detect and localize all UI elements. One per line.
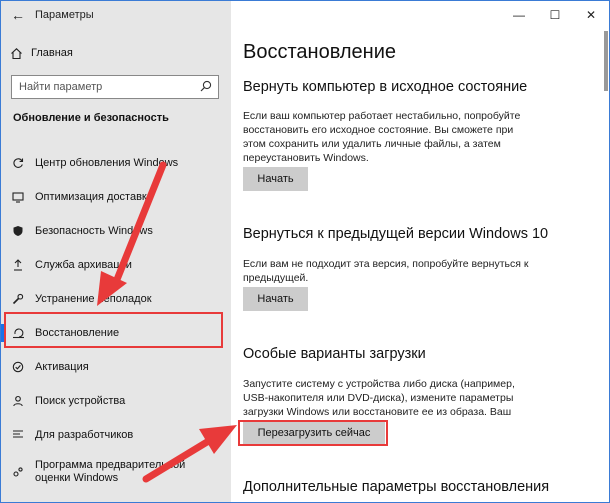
sidebar-item-windows-security[interactable]: Безопасность Windows <box>1 214 231 248</box>
sidebar-item-label: Программа предварительной оценки Windows <box>35 459 186 484</box>
sidebar-item-developers[interactable]: Для разработчиков <box>1 418 231 452</box>
sidebar-item-label: Служба архивации <box>35 259 132 271</box>
sidebar-item-backup[interactable]: Служба архивации <box>1 248 231 282</box>
more-recovery-heading: Дополнительные параметры восстановления <box>243 479 550 495</box>
sidebar-item-label: Оптимизация доставки <box>35 191 153 203</box>
settings-window: ← Параметры Главная Обновление и безопас… <box>0 0 610 503</box>
wrench-icon <box>1 293 35 305</box>
person-icon <box>1 395 35 407</box>
minimize-button[interactable]: — <box>501 1 537 29</box>
sidebar-item-troubleshoot[interactable]: Устранение неполадок <box>1 282 231 316</box>
sidebar-item-delivery-optimization[interactable]: Оптимизация доставки <box>1 180 231 214</box>
sidebar-item-find-device[interactable]: Поиск устройства <box>1 384 231 418</box>
sidebar-item-label: Безопасность Windows <box>35 225 153 237</box>
close-button[interactable]: ✕ <box>573 1 609 29</box>
sidebar-home[interactable]: Главная <box>1 41 231 65</box>
sidebar-item-activation[interactable]: Активация <box>1 350 231 384</box>
main-content: — ☐ ✕ Восстановление Вернуть компьютер в… <box>231 1 609 502</box>
rollback-start-button[interactable]: Начать <box>243 287 308 311</box>
delivery-icon <box>1 191 35 203</box>
advanced-startup-heading: Особые варианты загрузки <box>243 346 426 362</box>
reset-start-button[interactable]: Начать <box>243 167 308 191</box>
developer-icon <box>1 429 35 441</box>
titlebar: ← Параметры <box>1 1 231 29</box>
back-arrow-icon[interactable]: ← <box>1 1 35 29</box>
sidebar-item-label: Центр обновления Windows <box>35 157 179 169</box>
window-controls: — ☐ ✕ <box>501 1 609 29</box>
sidebar: ← Параметры Главная Обновление и безопас… <box>1 1 231 502</box>
sidebar-item-windows-update[interactable]: Центр обновления Windows <box>1 146 231 180</box>
check-circle-icon <box>1 361 35 373</box>
maximize-button[interactable]: ☐ <box>537 1 573 29</box>
section-title: Обновление и безопасность <box>13 112 169 124</box>
home-icon <box>1 47 31 60</box>
sidebar-item-label: Для разработчиков <box>35 429 134 441</box>
page-title: Восстановление <box>243 41 396 63</box>
scrollbar[interactable] <box>604 31 608 91</box>
sidebar-item-label: Активация <box>35 361 89 373</box>
reset-description: Если ваш компьютер работает нестабильно,… <box>243 110 521 164</box>
app-title: Параметры <box>35 9 94 21</box>
rollback-heading: Вернуться к предыдущей версии Windows 10 <box>243 226 549 242</box>
reset-heading: Вернуть компьютер в исходное состояние <box>243 79 528 95</box>
recovery-annotation-box <box>4 312 223 348</box>
backup-icon <box>1 259 35 271</box>
refresh-icon <box>1 157 35 169</box>
shield-icon <box>1 225 35 237</box>
search-icon[interactable] <box>200 80 212 95</box>
home-label: Главная <box>31 47 73 59</box>
sidebar-item-label: Поиск устройства <box>35 395 126 407</box>
sidebar-item-insider[interactable]: Программа предварительной оценки Windows <box>1 452 231 492</box>
insider-icon <box>1 466 35 478</box>
search-box[interactable] <box>11 75 219 99</box>
sidebar-item-label: Устранение неполадок <box>35 293 152 305</box>
restart-annotation-box <box>238 420 388 446</box>
search-input[interactable] <box>12 81 192 93</box>
rollback-description: Если вам не подходит эта версия, попробу… <box>243 258 529 284</box>
